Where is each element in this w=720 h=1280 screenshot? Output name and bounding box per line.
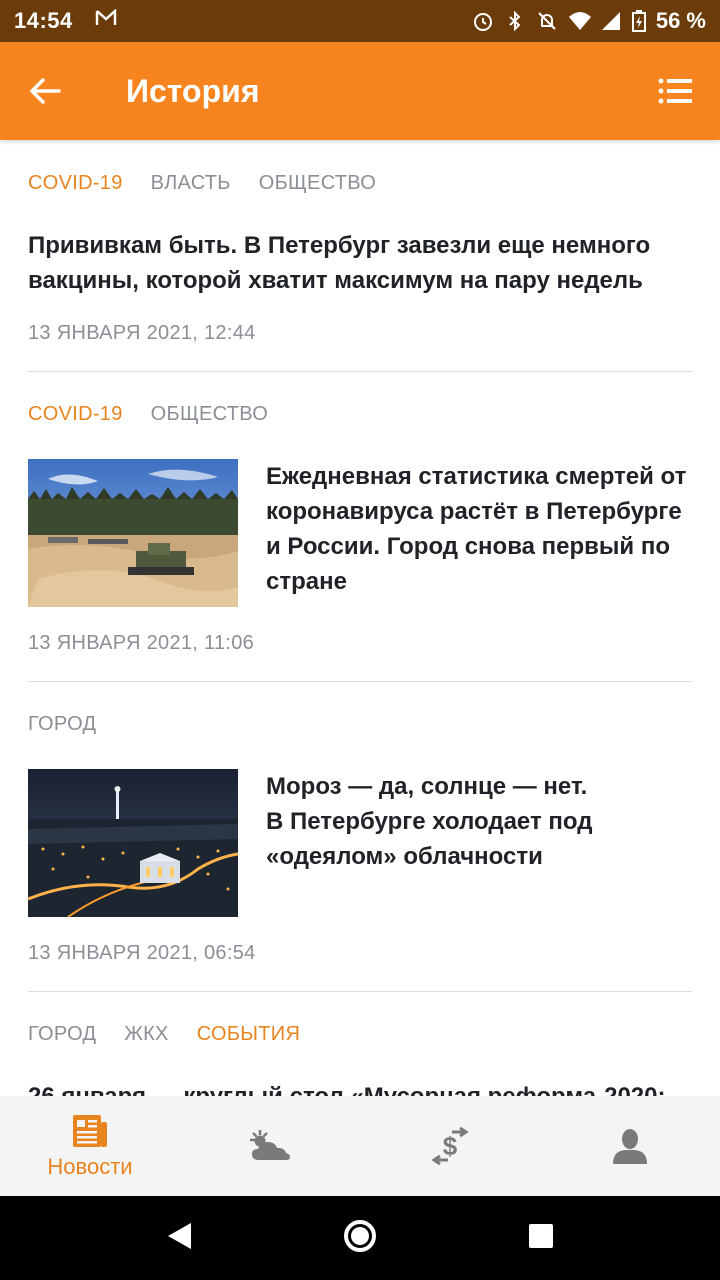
notifications-off-icon: [536, 10, 558, 32]
headline-line: коронавируса растёт в Петербурге: [266, 498, 682, 525]
headline-line: стране: [266, 568, 347, 595]
bluetooth-icon: [504, 10, 526, 32]
system-navigation-bar: [0, 1196, 720, 1280]
gmail-icon: [95, 8, 117, 33]
status-time: 14:54: [14, 8, 73, 33]
tag-covid[interactable]: COVID-19: [28, 172, 123, 195]
divider: [28, 681, 692, 682]
headline-line: «одеялом» облачности: [266, 843, 543, 870]
news-feed[interactable]: COVID-19 ВЛАСТЬ ОБЩЕСТВО Прививкам быть.…: [0, 140, 720, 1096]
news-thumbnail[interactable]: [28, 459, 238, 607]
bottom-navigation: Новости $: [0, 1096, 720, 1196]
nav-currency[interactable]: $: [360, 1096, 540, 1196]
system-recents-button[interactable]: [527, 1222, 555, 1255]
currency-exchange-icon: $: [431, 1126, 469, 1166]
headline-line: Мороз — да, солнце — нет.: [266, 773, 588, 800]
nav-weather[interactable]: [180, 1096, 360, 1196]
news-headline[interactable]: 26 января — круглый стол «Мусорная рефор…: [28, 1079, 692, 1096]
tag-society[interactable]: ОБЩЕСТВО: [151, 403, 268, 426]
tag-covid[interactable]: COVID-19: [28, 403, 123, 426]
app-bar: История: [0, 42, 720, 140]
tag-list: COVID-19 ОБЩЕСТВО: [28, 403, 692, 426]
newspaper-icon: [73, 1115, 107, 1147]
signal-icon: [600, 10, 622, 32]
news-date: 13 ЯНВАРЯ 2021, 11:06: [28, 632, 255, 654]
nav-profile[interactable]: [540, 1096, 720, 1196]
svg-text:$: $: [443, 1131, 458, 1161]
news-headline[interactable]: Прививкам быть. В Петербург завезли еще …: [28, 228, 692, 298]
news-date: 13 ЯНВАРЯ 2021, 12:44: [28, 322, 256, 344]
news-headline[interactable]: Мороз — да, солнце — нет. В Петербурге х…: [266, 769, 696, 874]
divider: [28, 371, 692, 372]
divider: [28, 991, 692, 992]
nav-news[interactable]: Новости: [0, 1096, 180, 1196]
nav-news-label: Новости: [47, 1154, 133, 1179]
list-menu-button[interactable]: [630, 42, 720, 140]
tag-power[interactable]: ВЛАСТЬ: [151, 172, 231, 195]
list-icon: [658, 78, 692, 104]
headline-line: Ежедневная статистика смертей от: [266, 463, 687, 490]
tag-society[interactable]: ОБЩЕСТВО: [259, 172, 376, 195]
page-title: История: [126, 72, 260, 109]
wifi-icon: [568, 10, 591, 32]
arrow-left-icon: [29, 78, 61, 104]
headline-line: Прививкам быть. В Петербург завезли еще …: [28, 232, 651, 259]
battery-icon: [631, 10, 646, 32]
tag-events[interactable]: СОБЫТИЯ: [197, 1023, 301, 1046]
tag-list: ГОРОД: [28, 713, 692, 736]
system-back-button[interactable]: [165, 1221, 193, 1256]
tag-city[interactable]: ГОРОД: [28, 1023, 96, 1046]
tag-list: COVID-19 ВЛАСТЬ ОБЩЕСТВО: [28, 172, 692, 195]
battery-percent: 56 %: [655, 8, 706, 33]
headline-line: В Петербурге холодает под: [266, 808, 593, 835]
headline-line: и России. Город снова первый по: [266, 533, 670, 560]
square-recents-icon: [529, 1223, 554, 1248]
news-headline[interactable]: Ежедневная статистика смертей от коронав…: [266, 459, 696, 599]
tag-city[interactable]: ГОРОД: [28, 713, 96, 736]
system-home-button[interactable]: [342, 1218, 378, 1259]
news-date: 13 ЯНВАРЯ 2021, 06:54: [28, 942, 256, 964]
news-thumbnail[interactable]: [28, 769, 238, 917]
profile-icon: [613, 1129, 647, 1164]
headline-line: 26 января — круглый стол «Мусорная рефор…: [28, 1079, 692, 1096]
alarm-icon: [472, 10, 494, 32]
circle-home-icon: [343, 1219, 376, 1252]
tag-list: ГОРОД ЖКХ СОБЫТИЯ: [28, 1023, 692, 1046]
status-bar: 14:54 56 %: [0, 0, 720, 42]
tag-housing[interactable]: ЖКХ: [124, 1023, 168, 1046]
weather-icon: [250, 1130, 290, 1160]
headline-line: вакцины, которой хватит максимум на пару…: [28, 267, 643, 294]
triangle-back-icon: [167, 1222, 191, 1249]
back-button[interactable]: [0, 42, 90, 140]
